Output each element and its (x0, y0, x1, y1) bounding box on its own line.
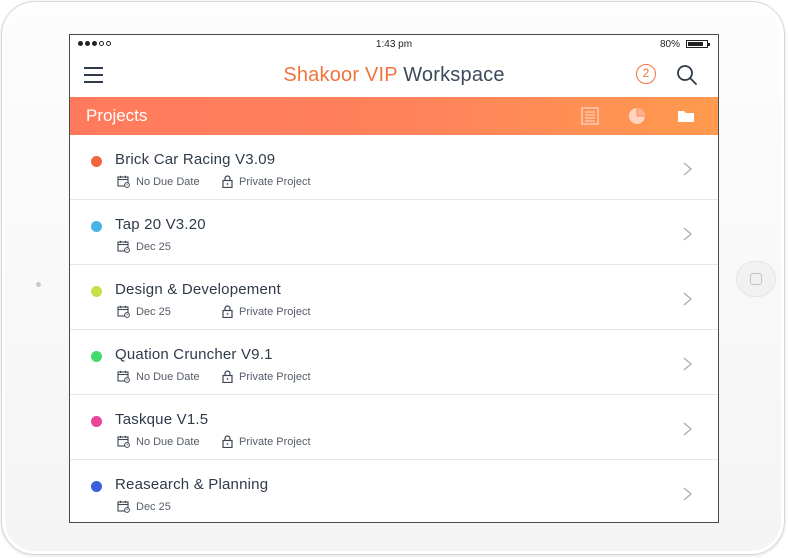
calendar-icon (117, 500, 130, 513)
project-color-dot (91, 416, 102, 427)
projects-bar: Projects (70, 97, 718, 135)
project-row[interactable]: Brick Car Racing V3.09 No Due Date Priva… (70, 135, 718, 200)
battery-icon (686, 40, 710, 48)
project-privacy: Private Project (222, 435, 311, 448)
project-privacy: Private Project (222, 370, 311, 383)
calendar-icon (117, 435, 130, 448)
project-row[interactable]: Design & Developement Dec 25 Private Pro… (70, 265, 718, 330)
project-name: Tap 20 V3.20 (115, 216, 206, 233)
workspace-title-label: Workspace (403, 64, 505, 86)
project-color-dot (91, 221, 102, 232)
notification-badge[interactable]: 2 (636, 64, 656, 84)
project-due-label: No Due Date (136, 435, 200, 448)
project-due-label: No Due Date (136, 175, 200, 188)
lock-icon (222, 175, 233, 188)
chevron-right-icon (683, 487, 692, 501)
status-time: 1:43 pm (375, 39, 413, 50)
project-due-label: Dec 25 (136, 305, 171, 318)
calendar-icon (117, 175, 130, 188)
project-privacy: Private Project (222, 305, 311, 318)
status-bar: 1:43 pm 80% (70, 35, 718, 55)
folder-icon[interactable] (676, 106, 696, 126)
project-row[interactable]: Quation Cruncher V9.1 No Due Date Privat… (70, 330, 718, 395)
lock-icon (222, 370, 233, 383)
project-due-label: Dec 25 (136, 500, 171, 513)
project-color-dot (91, 481, 102, 492)
project-privacy-label: Private Project (239, 305, 311, 318)
home-button-square-icon (750, 273, 762, 285)
camera-dot (36, 282, 41, 287)
pie-chart-icon[interactable] (627, 106, 647, 126)
home-button[interactable] (736, 261, 776, 297)
project-row[interactable]: Taskque V1.5 No Due Date Private Project (70, 395, 718, 460)
project-due: No Due Date (117, 175, 200, 188)
nav-bar: Shakoor VIP Workspace 2 (70, 55, 718, 97)
list-view-icon[interactable] (580, 106, 600, 126)
project-color-dot (91, 351, 102, 362)
project-due: Dec 25 (117, 500, 171, 513)
chevron-right-icon (683, 292, 692, 306)
battery-percentage: 80% (659, 39, 680, 50)
project-due: Dec 25 (117, 240, 171, 253)
project-name: Design & Developement (115, 281, 281, 298)
workspace-title-owner: Shakoor VIP (283, 64, 398, 86)
project-color-dot (91, 156, 102, 167)
calendar-icon (117, 305, 130, 318)
project-privacy: Private Project (222, 175, 311, 188)
project-due: No Due Date (117, 370, 200, 383)
project-due: No Due Date (117, 435, 200, 448)
calendar-icon (117, 370, 130, 383)
project-row[interactable]: Tap 20 V3.20 Dec 25 (70, 200, 718, 265)
project-name: Brick Car Racing V3.09 (115, 151, 276, 168)
project-row[interactable]: Reasearch & Planning Dec 25 (70, 460, 718, 522)
workspace-title: Shakoor VIP Workspace (70, 64, 718, 87)
chevron-right-icon (683, 227, 692, 241)
project-privacy-label: Private Project (239, 370, 311, 383)
chevron-right-icon (683, 357, 692, 371)
project-due-label: Dec 25 (136, 240, 171, 253)
app-screen: 1:43 pm 80% Shakoor VIP Workspace 2 Proj… (69, 34, 719, 523)
project-privacy-label: Private Project (239, 175, 311, 188)
chevron-right-icon (683, 162, 692, 176)
search-icon[interactable] (676, 64, 698, 86)
project-color-dot (91, 286, 102, 297)
lock-icon (222, 435, 233, 448)
lock-icon (222, 305, 233, 318)
project-name: Quation Cruncher V9.1 (115, 346, 273, 363)
project-privacy-label: Private Project (239, 435, 311, 448)
project-due-label: No Due Date (136, 370, 200, 383)
project-name: Reasearch & Planning (115, 476, 269, 493)
project-due: Dec 25 (117, 305, 171, 318)
project-list: Brick Car Racing V3.09 No Due Date Priva… (70, 135, 718, 522)
calendar-icon (117, 240, 130, 253)
chevron-right-icon (683, 422, 692, 436)
project-name: Taskque V1.5 (115, 411, 209, 428)
projects-heading: Projects (86, 106, 148, 125)
